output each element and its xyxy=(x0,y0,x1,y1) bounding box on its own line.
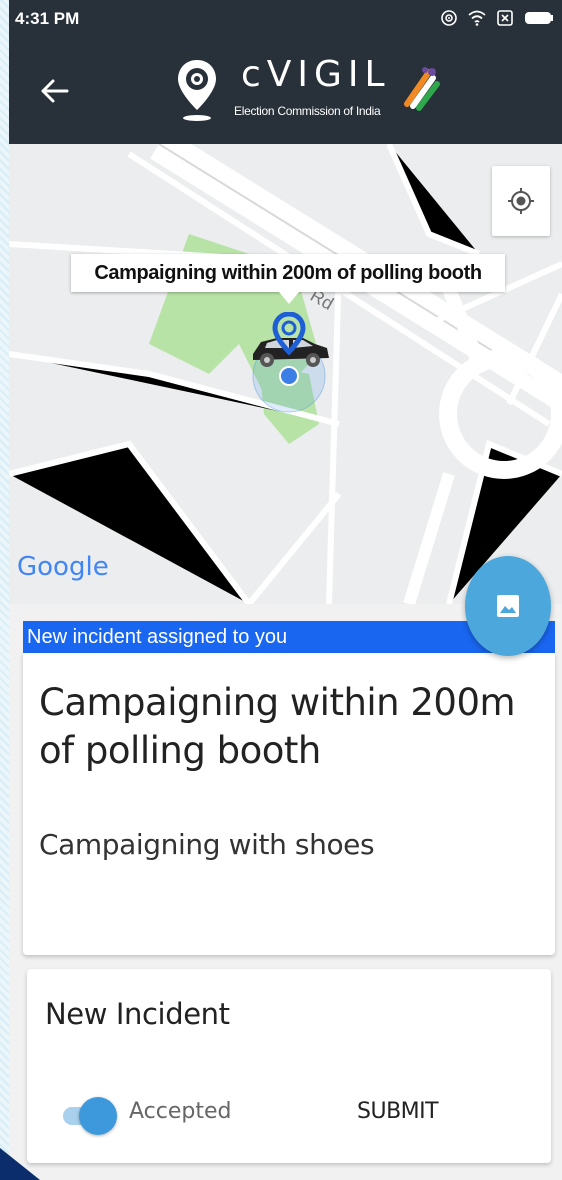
cvigil-pin-logo-icon xyxy=(178,60,216,121)
incident-description: Campaigning with shoes xyxy=(39,828,375,861)
wifi-icon xyxy=(468,10,486,26)
status-bar: 4:31 PM xyxy=(9,0,562,36)
action-card-heading: New Incident xyxy=(45,997,230,1031)
app-title: cVIGIL xyxy=(241,54,391,95)
corner-decoration xyxy=(0,1148,40,1180)
marker-info-window[interactable]: Campaigning within 200m of polling booth xyxy=(71,254,505,292)
action-card: New Incident Accepted SUBMIT xyxy=(27,969,551,1163)
status-icons xyxy=(440,9,554,27)
app-subtitle: Election Commission of India xyxy=(234,104,381,118)
my-location-button[interactable] xyxy=(492,166,550,236)
submit-button[interactable]: SUBMIT xyxy=(357,1099,439,1124)
google-logo: Google xyxy=(17,552,109,582)
info-window-tail xyxy=(279,292,299,304)
crosshair-icon xyxy=(508,188,534,214)
image-icon xyxy=(497,595,519,617)
incident-title: Campaigning within 200m of polling booth xyxy=(39,681,516,772)
app-bar: cVIGIL Election Commission of India xyxy=(9,36,562,144)
no-sim-icon xyxy=(497,10,513,26)
accepted-label: Accepted xyxy=(129,1099,232,1124)
incident-card: Campaigning within 200m of polling booth… xyxy=(23,653,555,955)
phone-screen: 4:31 PM cVIGIL Election Commission of In… xyxy=(9,0,562,1180)
gallery-fab-button[interactable] xyxy=(465,556,551,656)
inked-finger-logo-icon xyxy=(404,67,440,111)
back-arrow-icon[interactable] xyxy=(37,74,71,108)
hotspot-icon xyxy=(441,10,457,26)
status-time: 4:31 PM xyxy=(15,9,80,28)
battery-icon xyxy=(525,12,553,24)
map-view[interactable]: Rd Campaigning within 200m of polling bo… xyxy=(9,144,562,604)
toggle-knob xyxy=(79,1097,117,1135)
car-marker-icon[interactable] xyxy=(247,312,333,392)
accepted-toggle[interactable] xyxy=(63,1097,117,1135)
